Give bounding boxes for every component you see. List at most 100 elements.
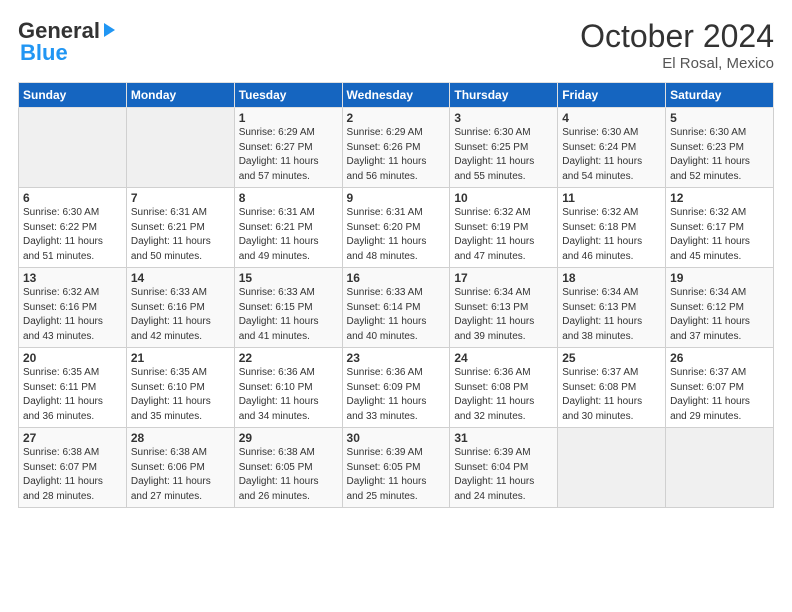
logo-blue-text: Blue <box>20 40 68 66</box>
day-info: Sunrise: 6:32 AM Sunset: 6:16 PM Dayligh… <box>23 286 122 344</box>
day-number: 3 <box>454 111 553 125</box>
calendar-cell: 11Sunrise: 6:32 AM Sunset: 6:18 PM Dayli… <box>558 188 666 268</box>
day-number: 15 <box>239 271 338 285</box>
day-number: 21 <box>131 351 230 365</box>
day-info: Sunrise: 6:32 AM Sunset: 6:18 PM Dayligh… <box>562 206 661 264</box>
calendar-cell: 23Sunrise: 6:36 AM Sunset: 6:09 PM Dayli… <box>342 348 450 428</box>
calendar-cell: 19Sunrise: 6:34 AM Sunset: 6:12 PM Dayli… <box>666 268 774 348</box>
calendar-table: SundayMondayTuesdayWednesdayThursdayFrid… <box>18 82 774 508</box>
day-number: 1 <box>239 111 338 125</box>
day-number: 7 <box>131 191 230 205</box>
day-number: 8 <box>239 191 338 205</box>
calendar-cell: 14Sunrise: 6:33 AM Sunset: 6:16 PM Dayli… <box>126 268 234 348</box>
day-number: 14 <box>131 271 230 285</box>
calendar-cell: 18Sunrise: 6:34 AM Sunset: 6:13 PM Dayli… <box>558 268 666 348</box>
day-number: 30 <box>347 431 446 445</box>
day-info: Sunrise: 6:33 AM Sunset: 6:16 PM Dayligh… <box>131 286 230 344</box>
day-number: 13 <box>23 271 122 285</box>
day-number: 6 <box>23 191 122 205</box>
day-info: Sunrise: 6:30 AM Sunset: 6:25 PM Dayligh… <box>454 126 553 184</box>
day-info: Sunrise: 6:32 AM Sunset: 6:19 PM Dayligh… <box>454 206 553 264</box>
day-number: 27 <box>23 431 122 445</box>
month-title: October 2024 <box>580 18 774 55</box>
day-info: Sunrise: 6:36 AM Sunset: 6:09 PM Dayligh… <box>347 366 446 424</box>
day-info: Sunrise: 6:29 AM Sunset: 6:27 PM Dayligh… <box>239 126 338 184</box>
calendar-cell: 31Sunrise: 6:39 AM Sunset: 6:04 PM Dayli… <box>450 428 558 508</box>
calendar-cell: 17Sunrise: 6:34 AM Sunset: 6:13 PM Dayli… <box>450 268 558 348</box>
day-header-saturday: Saturday <box>666 83 774 108</box>
day-number: 20 <box>23 351 122 365</box>
day-info: Sunrise: 6:29 AM Sunset: 6:26 PM Dayligh… <box>347 126 446 184</box>
calendar-cell <box>19 108 127 188</box>
day-header-sunday: Sunday <box>19 83 127 108</box>
day-number: 25 <box>562 351 661 365</box>
logo-arrow-icon <box>101 21 117 39</box>
header-row: SundayMondayTuesdayWednesdayThursdayFrid… <box>19 83 774 108</box>
day-info: Sunrise: 6:38 AM Sunset: 6:06 PM Dayligh… <box>131 446 230 504</box>
day-info: Sunrise: 6:33 AM Sunset: 6:15 PM Dayligh… <box>239 286 338 344</box>
day-number: 31 <box>454 431 553 445</box>
day-number: 10 <box>454 191 553 205</box>
day-number: 28 <box>131 431 230 445</box>
day-info: Sunrise: 6:36 AM Sunset: 6:10 PM Dayligh… <box>239 366 338 424</box>
calendar-cell: 9Sunrise: 6:31 AM Sunset: 6:20 PM Daylig… <box>342 188 450 268</box>
calendar-cell: 21Sunrise: 6:35 AM Sunset: 6:10 PM Dayli… <box>126 348 234 428</box>
day-info: Sunrise: 6:31 AM Sunset: 6:20 PM Dayligh… <box>347 206 446 264</box>
calendar-cell: 20Sunrise: 6:35 AM Sunset: 6:11 PM Dayli… <box>19 348 127 428</box>
calendar-cell: 30Sunrise: 6:39 AM Sunset: 6:05 PM Dayli… <box>342 428 450 508</box>
week-row-1: 1Sunrise: 6:29 AM Sunset: 6:27 PM Daylig… <box>19 108 774 188</box>
week-row-2: 6Sunrise: 6:30 AM Sunset: 6:22 PM Daylig… <box>19 188 774 268</box>
day-info: Sunrise: 6:38 AM Sunset: 6:07 PM Dayligh… <box>23 446 122 504</box>
calendar-cell: 24Sunrise: 6:36 AM Sunset: 6:08 PM Dayli… <box>450 348 558 428</box>
day-header-monday: Monday <box>126 83 234 108</box>
day-info: Sunrise: 6:30 AM Sunset: 6:22 PM Dayligh… <box>23 206 122 264</box>
day-number: 17 <box>454 271 553 285</box>
calendar-cell: 29Sunrise: 6:38 AM Sunset: 6:05 PM Dayli… <box>234 428 342 508</box>
day-info: Sunrise: 6:30 AM Sunset: 6:24 PM Dayligh… <box>562 126 661 184</box>
day-header-friday: Friday <box>558 83 666 108</box>
calendar-cell <box>126 108 234 188</box>
day-number: 12 <box>670 191 769 205</box>
calendar-cell: 22Sunrise: 6:36 AM Sunset: 6:10 PM Dayli… <box>234 348 342 428</box>
day-header-tuesday: Tuesday <box>234 83 342 108</box>
calendar-cell <box>666 428 774 508</box>
day-info: Sunrise: 6:33 AM Sunset: 6:14 PM Dayligh… <box>347 286 446 344</box>
calendar-cell <box>558 428 666 508</box>
location: El Rosal, Mexico <box>580 55 774 72</box>
calendar-cell: 3Sunrise: 6:30 AM Sunset: 6:25 PM Daylig… <box>450 108 558 188</box>
day-info: Sunrise: 6:35 AM Sunset: 6:10 PM Dayligh… <box>131 366 230 424</box>
day-number: 19 <box>670 271 769 285</box>
day-info: Sunrise: 6:34 AM Sunset: 6:13 PM Dayligh… <box>562 286 661 344</box>
day-info: Sunrise: 6:31 AM Sunset: 6:21 PM Dayligh… <box>131 206 230 264</box>
day-info: Sunrise: 6:37 AM Sunset: 6:08 PM Dayligh… <box>562 366 661 424</box>
calendar-cell: 6Sunrise: 6:30 AM Sunset: 6:22 PM Daylig… <box>19 188 127 268</box>
header: General Blue October 2024 El Rosal, Mexi… <box>18 18 774 72</box>
day-number: 22 <box>239 351 338 365</box>
calendar-cell: 7Sunrise: 6:31 AM Sunset: 6:21 PM Daylig… <box>126 188 234 268</box>
calendar-cell: 15Sunrise: 6:33 AM Sunset: 6:15 PM Dayli… <box>234 268 342 348</box>
day-number: 26 <box>670 351 769 365</box>
calendar-cell: 25Sunrise: 6:37 AM Sunset: 6:08 PM Dayli… <box>558 348 666 428</box>
logo: General Blue <box>18 18 117 66</box>
calendar-cell: 8Sunrise: 6:31 AM Sunset: 6:21 PM Daylig… <box>234 188 342 268</box>
day-info: Sunrise: 6:34 AM Sunset: 6:13 PM Dayligh… <box>454 286 553 344</box>
day-number: 29 <box>239 431 338 445</box>
day-info: Sunrise: 6:39 AM Sunset: 6:04 PM Dayligh… <box>454 446 553 504</box>
day-number: 2 <box>347 111 446 125</box>
calendar-cell: 10Sunrise: 6:32 AM Sunset: 6:19 PM Dayli… <box>450 188 558 268</box>
calendar-cell: 16Sunrise: 6:33 AM Sunset: 6:14 PM Dayli… <box>342 268 450 348</box>
calendar-cell: 5Sunrise: 6:30 AM Sunset: 6:23 PM Daylig… <box>666 108 774 188</box>
day-number: 16 <box>347 271 446 285</box>
day-info: Sunrise: 6:35 AM Sunset: 6:11 PM Dayligh… <box>23 366 122 424</box>
week-row-3: 13Sunrise: 6:32 AM Sunset: 6:16 PM Dayli… <box>19 268 774 348</box>
day-info: Sunrise: 6:30 AM Sunset: 6:23 PM Dayligh… <box>670 126 769 184</box>
day-number: 18 <box>562 271 661 285</box>
calendar-cell: 28Sunrise: 6:38 AM Sunset: 6:06 PM Dayli… <box>126 428 234 508</box>
calendar-cell: 12Sunrise: 6:32 AM Sunset: 6:17 PM Dayli… <box>666 188 774 268</box>
day-header-thursday: Thursday <box>450 83 558 108</box>
calendar-cell: 13Sunrise: 6:32 AM Sunset: 6:16 PM Dayli… <box>19 268 127 348</box>
calendar-cell: 26Sunrise: 6:37 AM Sunset: 6:07 PM Dayli… <box>666 348 774 428</box>
day-number: 9 <box>347 191 446 205</box>
calendar-cell: 1Sunrise: 6:29 AM Sunset: 6:27 PM Daylig… <box>234 108 342 188</box>
day-number: 24 <box>454 351 553 365</box>
